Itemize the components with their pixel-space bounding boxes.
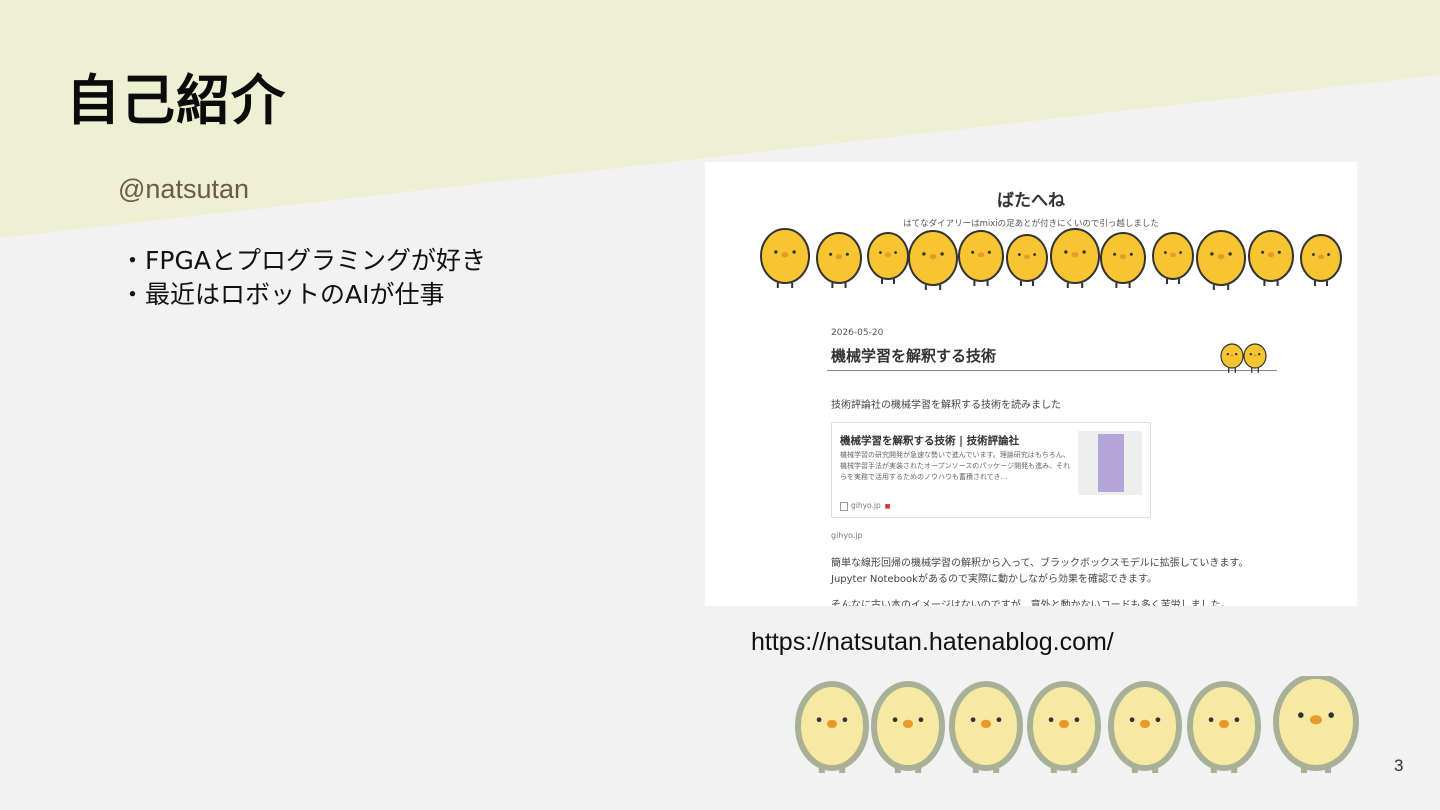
bullet-item: 最近はロボットのAIが仕事: [120, 278, 486, 312]
chick-icon: [1220, 343, 1244, 373]
embed-title[interactable]: 機械学習を解釈する技術 | 技術評論社: [840, 433, 1019, 448]
blog-title: ばたへね: [997, 191, 1065, 211]
chick-icon: [867, 232, 909, 284]
chick-icon: [958, 230, 1004, 286]
book-thumbnail: [1078, 431, 1142, 495]
chick-icon: [1243, 343, 1267, 373]
chick-icon: [1108, 681, 1182, 773]
chick-icon: [1248, 230, 1294, 286]
chick-icon: [1100, 232, 1146, 288]
chick-icon: [1300, 234, 1342, 286]
post-paragraph: そんなに古い本のイメージはないのですが、意外と動かないコードも多く苦労しました。: [831, 600, 1231, 606]
post-date: 2026-05-20: [831, 328, 884, 338]
embed-description: 機械学習の研究開発が急速な勢いで進んでいます。理論研究はもちろん、機械学習手法が…: [840, 451, 1071, 481]
chick-icon: [908, 230, 958, 290]
embed-source-label: gihyo.jp: [851, 501, 881, 510]
chick-icon: [871, 681, 945, 773]
small-chicks-icon: [1220, 343, 1267, 373]
source-link[interactable]: gihyo.jp: [831, 531, 863, 540]
chick-icon: [1187, 681, 1261, 773]
page-number: 3: [1394, 756, 1404, 775]
chick-icon: [816, 232, 862, 288]
chick-icon: [1152, 232, 1194, 284]
book-cover-icon: [1098, 434, 1124, 492]
bullet-list: FPGAとプログラミングが好き 最近はロボットのAIが仕事: [120, 244, 486, 312]
chick-icon: [1196, 230, 1246, 290]
chick-icon: [949, 681, 1023, 773]
chick-banner: [760, 228, 1342, 290]
bullet-item: FPGAとプログラミングが好き: [120, 244, 486, 278]
bookmark-icon: ■: [884, 503, 891, 510]
embed-source: gihyo.jp ■: [840, 501, 890, 511]
post-intro: 技術評論社の機械学習を解釈する技術を読みました: [831, 400, 1061, 411]
blog-url-link[interactable]: https://natsutan.hatenablog.com/: [751, 628, 1114, 657]
chick-icon: [1273, 676, 1359, 773]
page-icon: [840, 501, 848, 511]
chick-icon: [1027, 681, 1101, 773]
blog-screenshot: ばたへね はてなダイアリーはmixiの足あとが付きにくいので引っ越しました 20…: [705, 162, 1357, 606]
chick-icon: [1006, 234, 1048, 286]
chick-icon: [760, 228, 810, 288]
post-title[interactable]: 機械学習を解釈する技術: [831, 345, 996, 366]
post-paragraph: Jupyter Notebookがあるので実際に動かしながら効果を確認できます。: [831, 574, 1157, 585]
chick-icon: [795, 681, 869, 773]
slide-title: 自己紹介: [66, 69, 286, 132]
twitter-handle: @natsutan: [118, 174, 249, 204]
chick-illustration: [795, 676, 1359, 773]
embed-card[interactable]: 機械学習を解釈する技術 | 技術評論社 機械学習の研究開発が急速な勢いで進んでい…: [831, 422, 1151, 518]
title-divider: [827, 370, 1277, 371]
chick-icon: [1050, 228, 1100, 288]
post-paragraph: 簡単な線形回帰の機械学習の解釈から入って、ブラックボックスモデルに拡張していきま…: [831, 558, 1249, 569]
